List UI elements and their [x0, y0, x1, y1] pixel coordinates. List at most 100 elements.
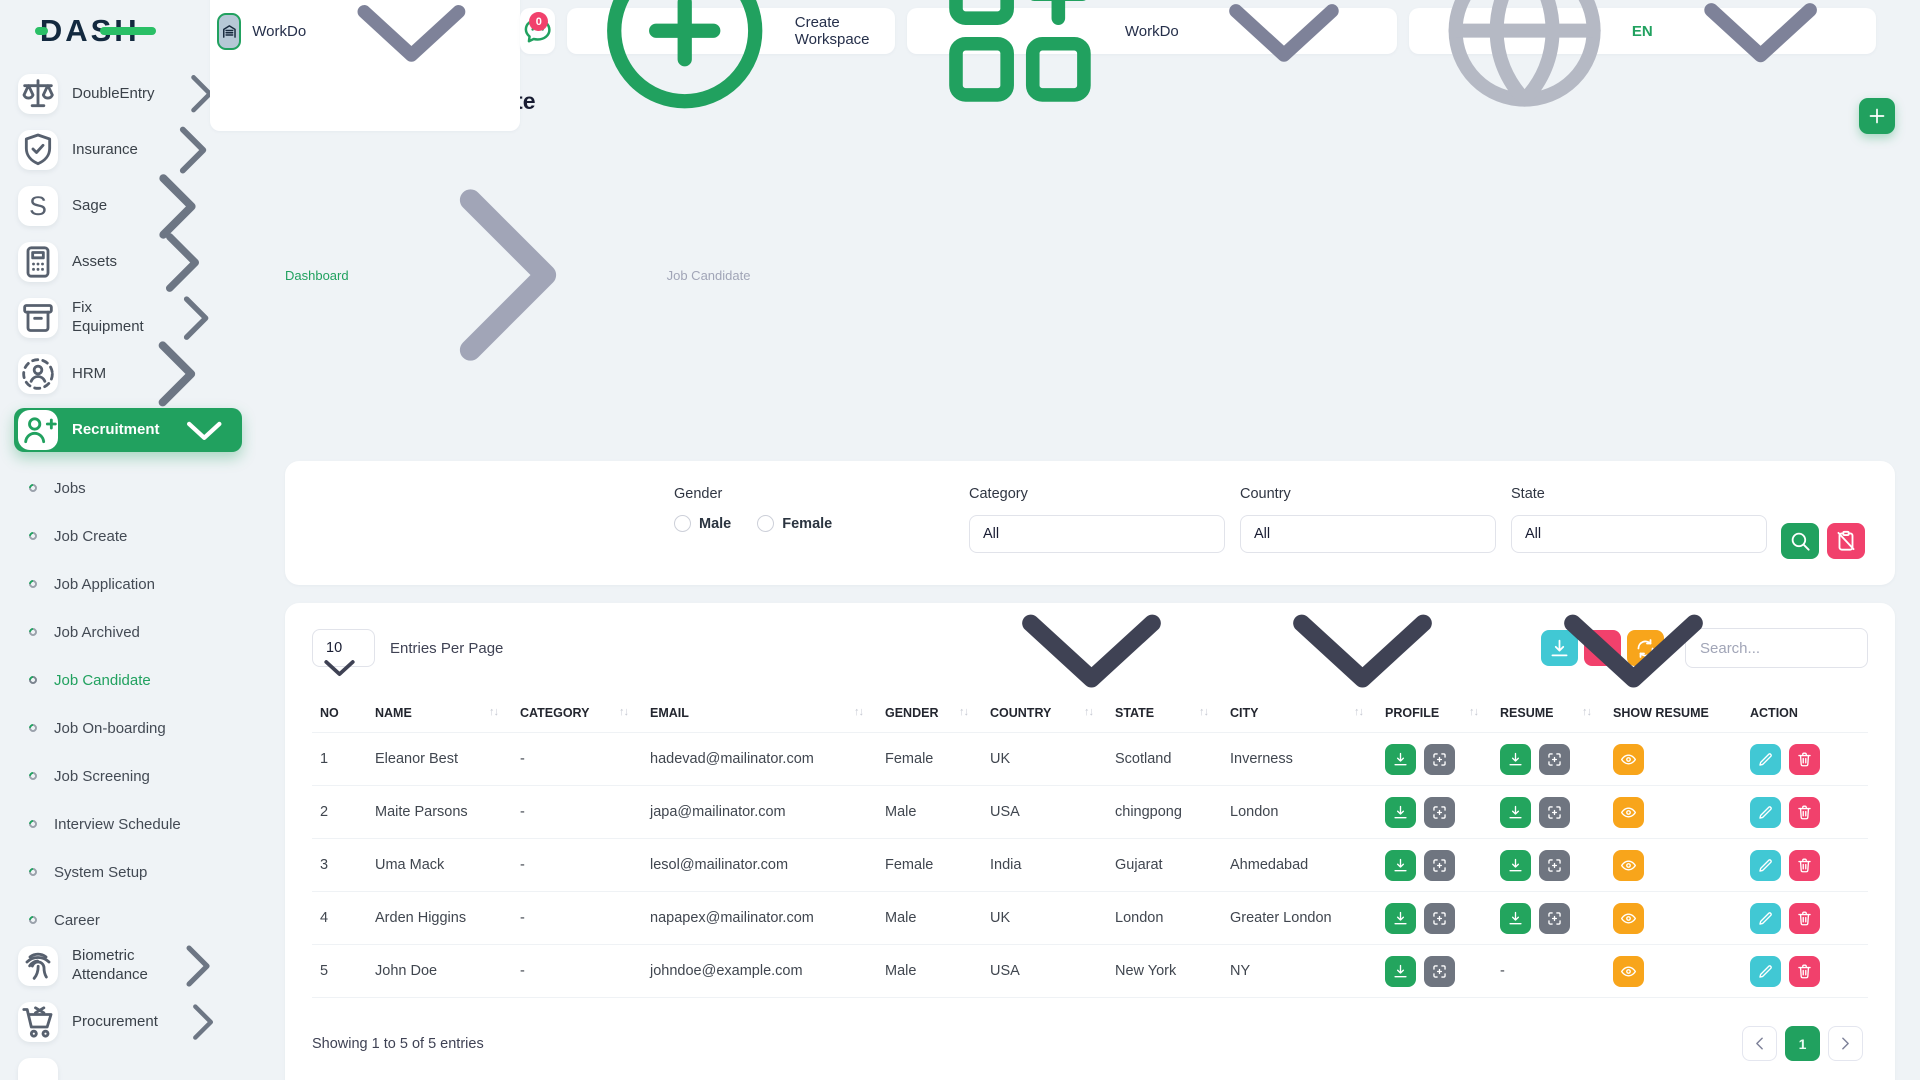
table-row: 3 Uma Mack - lesol@mailinator.com Female… [312, 839, 1868, 892]
show-resume-button[interactable] [1613, 956, 1644, 987]
sidebar-subitem-label: Job Candidate [54, 672, 151, 689]
resume-download-button[interactable] [1500, 797, 1531, 828]
sidebar-subitem-job-candidate[interactable]: Job Candidate [14, 656, 242, 704]
sidebar-subitem-job-create[interactable]: Job Create [14, 512, 242, 560]
edit-button[interactable] [1750, 903, 1781, 934]
resume-scan-button[interactable] [1539, 850, 1570, 881]
cell-resume [1492, 786, 1605, 839]
sort-icon[interactable]: ↑↓ [489, 706, 498, 718]
sidebar-item-procurement[interactable]: Procurement [14, 1000, 242, 1044]
app-menu-label: WorkDo [1125, 23, 1179, 40]
sidebar-subitem-label: Job Archived [54, 624, 140, 641]
bullet-icon [27, 818, 38, 829]
edit-button[interactable] [1750, 850, 1781, 881]
cell-email: hadevad@mailinator.com [642, 733, 877, 786]
delete-button[interactable] [1789, 797, 1820, 828]
resume-scan-button[interactable] [1539, 797, 1570, 828]
entries-per-page-label: Entries Per Page [390, 640, 503, 657]
logo[interactable]: DASH [0, 13, 180, 49]
column-header-category[interactable]: CATEGORY ↑↓ [512, 695, 642, 733]
sidebar-item-partial[interactable] [14, 1056, 242, 1080]
edit-button[interactable] [1750, 956, 1781, 987]
cell-name: Maite Parsons [367, 786, 512, 839]
category-select[interactable]: All [969, 515, 1225, 553]
column-header-email[interactable]: EMAIL↑↓ [642, 695, 877, 733]
pagination-next-button[interactable] [1828, 1026, 1863, 1061]
show-resume-button[interactable] [1613, 903, 1644, 934]
archive-icon [18, 298, 58, 338]
delete-button[interactable] [1789, 744, 1820, 775]
delete-button[interactable] [1789, 903, 1820, 934]
country-select[interactable]: All [1240, 515, 1496, 553]
cell-category: - [512, 839, 642, 892]
language-button[interactable]: EN [1409, 8, 1876, 54]
cell-show-resume [1605, 945, 1742, 998]
reset-filter-button[interactable] [1827, 523, 1865, 559]
delete-button[interactable] [1789, 956, 1820, 987]
sidebar-subitem-jobs[interactable]: Jobs [14, 464, 242, 512]
bullet-icon [27, 770, 38, 781]
profile-download-button[interactable] [1385, 903, 1416, 934]
sort-icon[interactable]: ↑↓ [959, 706, 968, 718]
add-candidate-button[interactable] [1859, 98, 1895, 134]
app-menu-button[interactable]: WorkDo [907, 8, 1397, 54]
column-header-name[interactable]: NAME↑↓ [367, 695, 512, 733]
sidebar-item-biometric-attendance[interactable]: Biometric Attendance [14, 944, 242, 988]
edit-button[interactable] [1750, 797, 1781, 828]
profile-scan-button[interactable] [1424, 797, 1455, 828]
resume-scan-button[interactable] [1539, 903, 1570, 934]
column-label: CATEGORY [520, 706, 589, 720]
cell-show-resume [1605, 892, 1742, 945]
state-filter-label: State [1511, 486, 1767, 502]
workspace-switcher[interactable]: WorkDo [210, 0, 521, 131]
profile-scan-button[interactable] [1424, 903, 1455, 934]
cell-country: UK [982, 892, 1107, 945]
profile-download-button[interactable] [1385, 797, 1416, 828]
sidebar-item-hrm[interactable]: HRM [14, 352, 242, 396]
create-workspace-button[interactable]: Create Workspace [567, 8, 895, 54]
messages-button[interactable]: 0 [520, 8, 555, 54]
delete-button[interactable] [1789, 850, 1820, 881]
column-header-gender[interactable]: GENDER↑↓ [877, 695, 982, 733]
category-filter-label: Category [969, 486, 1225, 502]
gender-radio-female[interactable]: Female [757, 515, 832, 532]
resume-download-button[interactable] [1500, 850, 1531, 881]
cell-country: USA [982, 786, 1107, 839]
gender-radio-male[interactable]: Male [674, 515, 731, 532]
cell-gender: Female [877, 839, 982, 892]
profile-scan-button[interactable] [1424, 956, 1455, 987]
show-resume-button[interactable] [1613, 850, 1644, 881]
apply-filter-button[interactable] [1781, 523, 1819, 559]
cell-no: 4 [312, 892, 367, 945]
sidebar-subitem-interview-schedule[interactable]: Interview Schedule [14, 800, 242, 848]
chevron-down-icon [317, 0, 506, 125]
resume-download-button[interactable] [1500, 903, 1531, 934]
pagination-page-1-button[interactable]: 1 [1785, 1026, 1820, 1061]
sidebar-subitem-system-setup[interactable]: System Setup [14, 848, 242, 896]
entries-per-page-select[interactable]: 10 [312, 629, 375, 667]
sidebar-item-label: HRM [72, 365, 106, 384]
sort-icon[interactable]: ↑↓ [619, 706, 628, 718]
profile-download-button[interactable] [1385, 850, 1416, 881]
cell-category: - [512, 786, 642, 839]
state-select[interactable]: All [1511, 515, 1767, 553]
sidebar-item-icon [18, 1058, 58, 1080]
sidebar-subitem-job-archived[interactable]: Job Archived [14, 608, 242, 656]
breadcrumb-dashboard-link[interactable]: Dashboard [285, 268, 349, 283]
profile-download-button[interactable] [1385, 956, 1416, 987]
sort-icon[interactable]: ↑↓ [854, 706, 863, 718]
bullet-icon [27, 626, 38, 637]
cell-no: 1 [312, 733, 367, 786]
sidebar-subitem-job-application[interactable]: Job Application [14, 560, 242, 608]
sidebar-item-label: Biometric Attendance [72, 947, 148, 985]
sidebar-item-label: Sage [72, 197, 107, 216]
profile-scan-button[interactable] [1424, 850, 1455, 881]
sidebar-subitem-job-on-boarding[interactable]: Job On-boarding [14, 704, 242, 752]
cell-name: Arden Higgins [367, 892, 512, 945]
show-resume-button[interactable] [1613, 797, 1644, 828]
cell-email: johndoe@example.com [642, 945, 877, 998]
cell-profile [1377, 945, 1492, 998]
sidebar-subitem-job-screening[interactable]: Job Screening [14, 752, 242, 800]
cell-action [1742, 839, 1868, 892]
pagination-prev-button[interactable] [1742, 1026, 1777, 1061]
